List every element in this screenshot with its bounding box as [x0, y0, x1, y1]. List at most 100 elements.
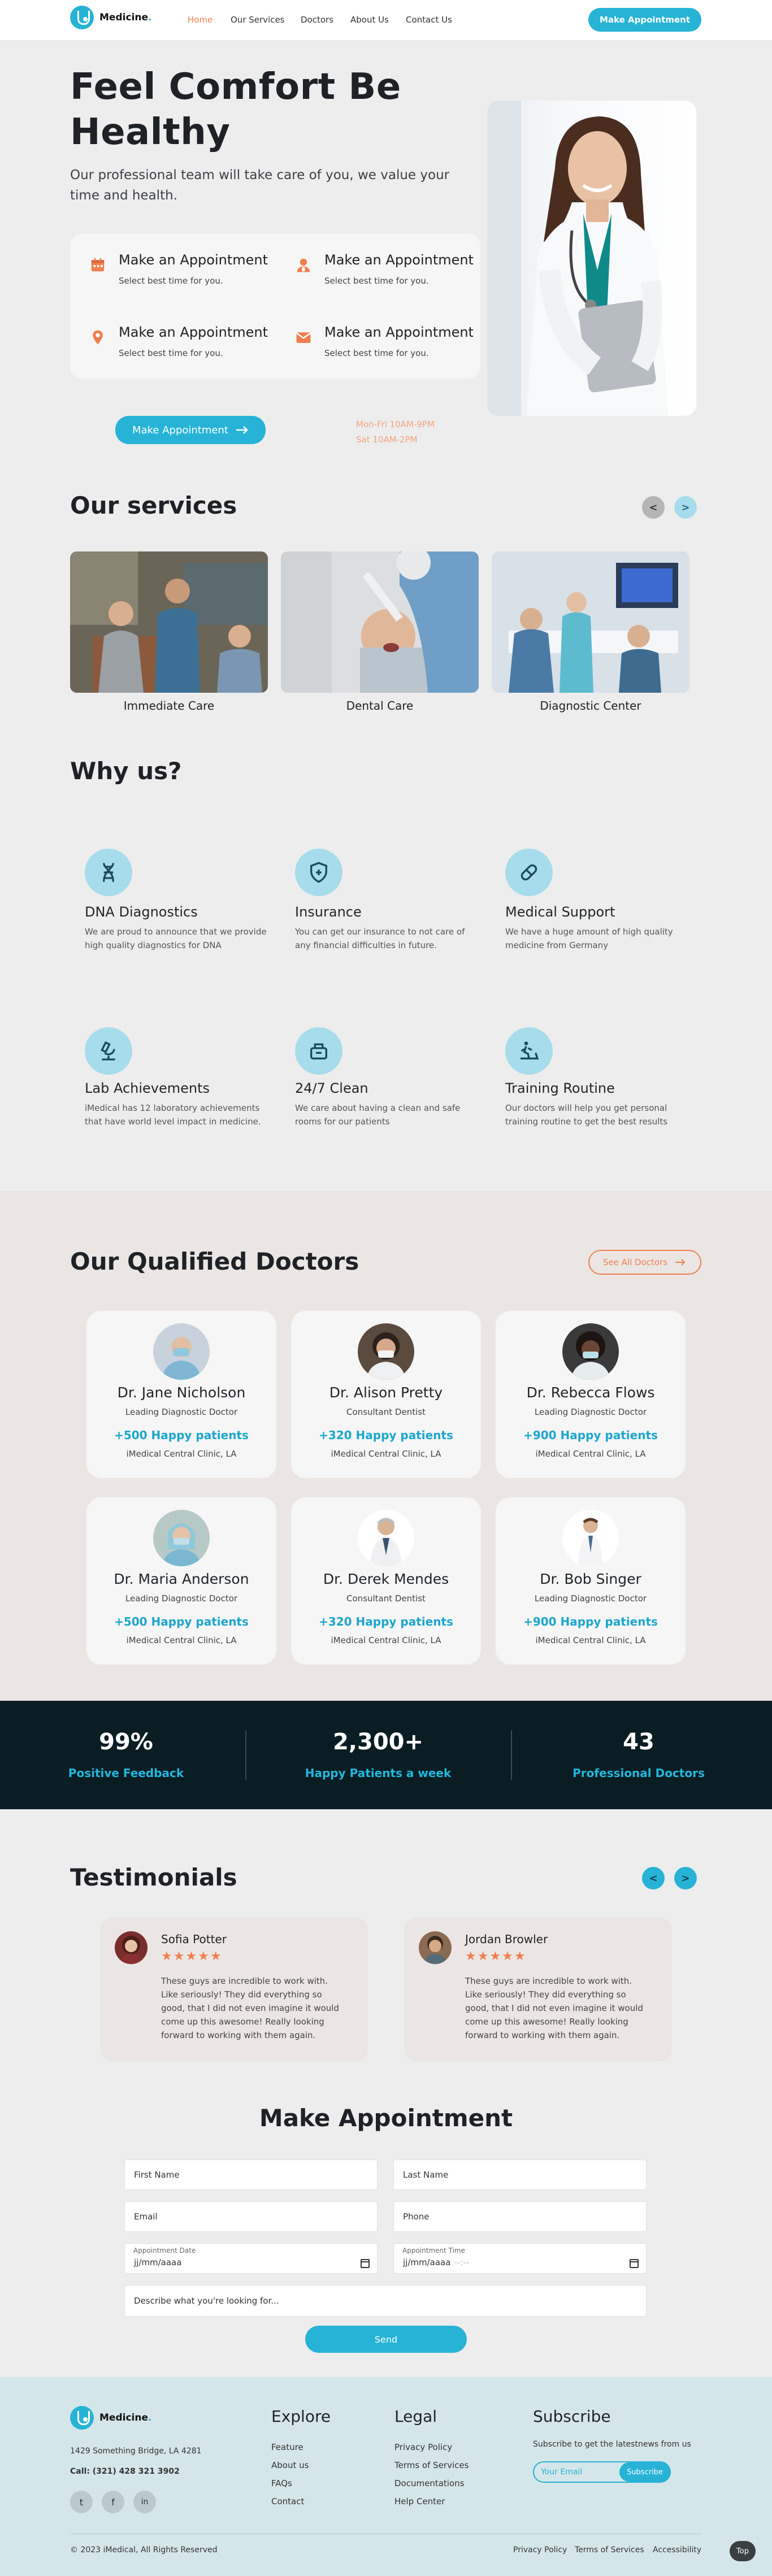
nav-make-appointment-button[interactable]: Make Appointment	[588, 8, 701, 32]
hero-make-appointment-button[interactable]: Make Appointment	[115, 416, 266, 444]
back-to-top-button[interactable]: Top	[730, 2541, 756, 2561]
testimonials-next-button[interactable]: >	[674, 1867, 697, 1889]
send-button[interactable]: Send	[305, 2326, 467, 2353]
stat-value-doctors: 43	[623, 1729, 654, 1755]
footer-phone: Call: (321) 428 321 3902	[70, 2467, 180, 2476]
logo-icon	[70, 6, 94, 29]
calendar-icon	[91, 258, 105, 272]
dna-icon	[85, 849, 132, 896]
linkedin-icon[interactable]: in	[133, 2491, 156, 2513]
appointment-option-4[interactable]: Make an Appointment Select best time for…	[324, 324, 474, 358]
nav-about-us[interactable]: About Us	[350, 15, 389, 25]
doctor-card-jane-nicholson[interactable]: Dr. Jane Nicholson Leading Diagnostic Do…	[86, 1311, 276, 1478]
services-prev-button[interactable]: <	[642, 496, 665, 519]
footer-bottom-accessibility[interactable]: Accessibility	[653, 2545, 701, 2555]
doctor-card-alison-pretty[interactable]: Dr. Alison Pretty Consultant Dentist +32…	[291, 1311, 481, 1478]
phone-field[interactable]: Phone	[393, 2201, 647, 2232]
footer-link-documentations[interactable]: Documentations	[394, 2478, 464, 2488]
service-label-immediate-care: Immediate Care	[123, 699, 215, 713]
why-us-title: Why us?	[70, 757, 182, 785]
footer-link-help-center[interactable]: Help Center	[394, 2496, 445, 2507]
stats-band: 99% Positive Feedback 2,300+ Happy Patie…	[0, 1701, 772, 1809]
brand-name: Medicine	[99, 12, 148, 23]
arrow-right-icon	[675, 1259, 686, 1266]
service-card-diagnostic-center[interactable]	[492, 551, 689, 693]
stat-divider	[245, 1730, 246, 1780]
message-field[interactable]: Describe what you're looking for...	[124, 2285, 647, 2317]
pill-icon	[505, 849, 553, 896]
why-title-training-routine: Training Routine	[505, 1080, 615, 1096]
logo-icon	[70, 2406, 94, 2430]
appointment-option-3[interactable]: Make an Appointment Select best time for…	[119, 324, 268, 358]
dental-care-image	[281, 551, 479, 693]
facebook-icon[interactable]: f	[102, 2491, 124, 2513]
why-text-training-routine: Our doctors will help you get personal t…	[505, 1103, 668, 1127]
calendar-icon[interactable]	[630, 2259, 639, 2268]
footer-copyright: © 2023 iMedical, All Rights Reserved	[70, 2545, 218, 2555]
testimonial-avatar	[115, 1931, 148, 1964]
why-text-lab-achievements: iMedical has 12 laboratory achievements …	[85, 1103, 261, 1127]
service-label-dental-care: Dental Care	[346, 699, 414, 713]
footer-explore-title: Explore	[271, 2407, 331, 2426]
footer-link-terms[interactable]: Terms of Services	[394, 2460, 469, 2470]
nav-doctors[interactable]: Doctors	[301, 15, 333, 25]
doctor-avatar	[358, 1323, 414, 1380]
hero-subtitle: Our professional team will take care of …	[70, 168, 450, 203]
opening-hours: Mon-Fri 10AM-9PM Sat 10AM-2PM	[356, 419, 435, 445]
testimonials-prev-button[interactable]: <	[642, 1867, 665, 1889]
doctor-card-rebecca-flows[interactable]: Dr. Rebecca Flows Leading Diagnostic Doc…	[496, 1311, 686, 1478]
appointment-option-1[interactable]: Make an Appointment Select best time for…	[119, 252, 268, 286]
nav-home[interactable]: Home	[188, 15, 212, 25]
appointment-option-2[interactable]: Make an Appointment Select best time for…	[324, 252, 474, 286]
footer-bottom-terms[interactable]: Terms of Services	[575, 2545, 644, 2555]
footer-link-contact[interactable]: Contact	[271, 2496, 304, 2507]
services-next-button[interactable]: >	[674, 496, 697, 519]
calendar-icon[interactable]	[361, 2259, 370, 2268]
footer-link-feature[interactable]: Feature	[271, 2442, 303, 2452]
appointment-form-title: Make Appointment	[259, 2104, 513, 2132]
doctor-avatar	[562, 1323, 619, 1380]
stat-label-feedback: Positive Feedback	[68, 1766, 184, 1780]
doctor-card-maria-anderson[interactable]: Dr. Maria Anderson Leading Diagnostic Do…	[86, 1497, 276, 1665]
treadmill-icon	[505, 1027, 553, 1075]
footer-address: 1429 Something Bridge, LA 4281	[70, 2447, 202, 2456]
testimonial-avatar	[419, 1931, 452, 1964]
microscope-icon	[85, 1027, 132, 1075]
why-title-medical-support: Medical Support	[505, 904, 615, 920]
footer-link-faqs[interactable]: FAQs	[271, 2478, 292, 2488]
doctor-card-bob-singer[interactable]: Dr. Bob Singer Leading Diagnostic Doctor…	[496, 1497, 686, 1665]
doctor-avatar	[358, 1510, 414, 1566]
service-card-immediate-care[interactable]	[70, 551, 268, 693]
mail-icon	[296, 332, 311, 343]
last-name-field[interactable]: Last Name	[393, 2160, 647, 2190]
stat-label-doctors: Professional Doctors	[573, 1766, 705, 1780]
see-all-doctors-button[interactable]: See All Doctors	[588, 1250, 701, 1275]
diagnostic-center-image	[492, 551, 689, 693]
stat-value-patients: 2,300+	[332, 1729, 424, 1755]
immediate-care-image	[70, 551, 268, 693]
logo[interactable]: Medicine.	[70, 6, 151, 29]
footer-subscribe-title: Subscribe	[533, 2407, 611, 2426]
top-navbar: Medicine. Home Our Services Doctors Abou…	[0, 0, 772, 41]
hero-doctor-image	[487, 101, 696, 416]
stat-divider	[511, 1730, 512, 1780]
footer-link-about-us[interactable]: About us	[271, 2460, 309, 2470]
doctor-avatar	[153, 1323, 210, 1380]
footer-link-privacy-policy[interactable]: Privacy Policy	[394, 2442, 452, 2452]
doctor-icon	[297, 258, 310, 272]
twitter-icon[interactable]: t	[70, 2491, 93, 2513]
shield-icon	[295, 849, 342, 896]
subscribe-button[interactable]: Subscribe	[619, 2462, 670, 2482]
email-field[interactable]: Email	[124, 2201, 378, 2232]
doctor-avatar	[562, 1510, 619, 1566]
footer-logo[interactable]: Medicine.	[70, 2406, 151, 2430]
doctor-card-derek-mendes[interactable]: Dr. Derek Mendes Consultant Dentist +320…	[291, 1497, 481, 1665]
testimonial-card-sofia-potter: Sofia Potter ★★★★★ These guys are incred…	[100, 1918, 368, 2061]
testimonial-card-jordan-browler: Jordan Browler ★★★★★ These guys are incr…	[404, 1918, 672, 2061]
nav-our-services[interactable]: Our Services	[231, 15, 285, 25]
first-name-field[interactable]: First Name	[124, 2160, 378, 2190]
service-card-dental-care[interactable]	[281, 551, 479, 693]
nav-contact-us[interactable]: Contact Us	[406, 15, 452, 25]
appointment-date-label: Appointment Date	[133, 2247, 196, 2254]
footer-bottom-privacy[interactable]: Privacy Policy	[513, 2545, 567, 2555]
